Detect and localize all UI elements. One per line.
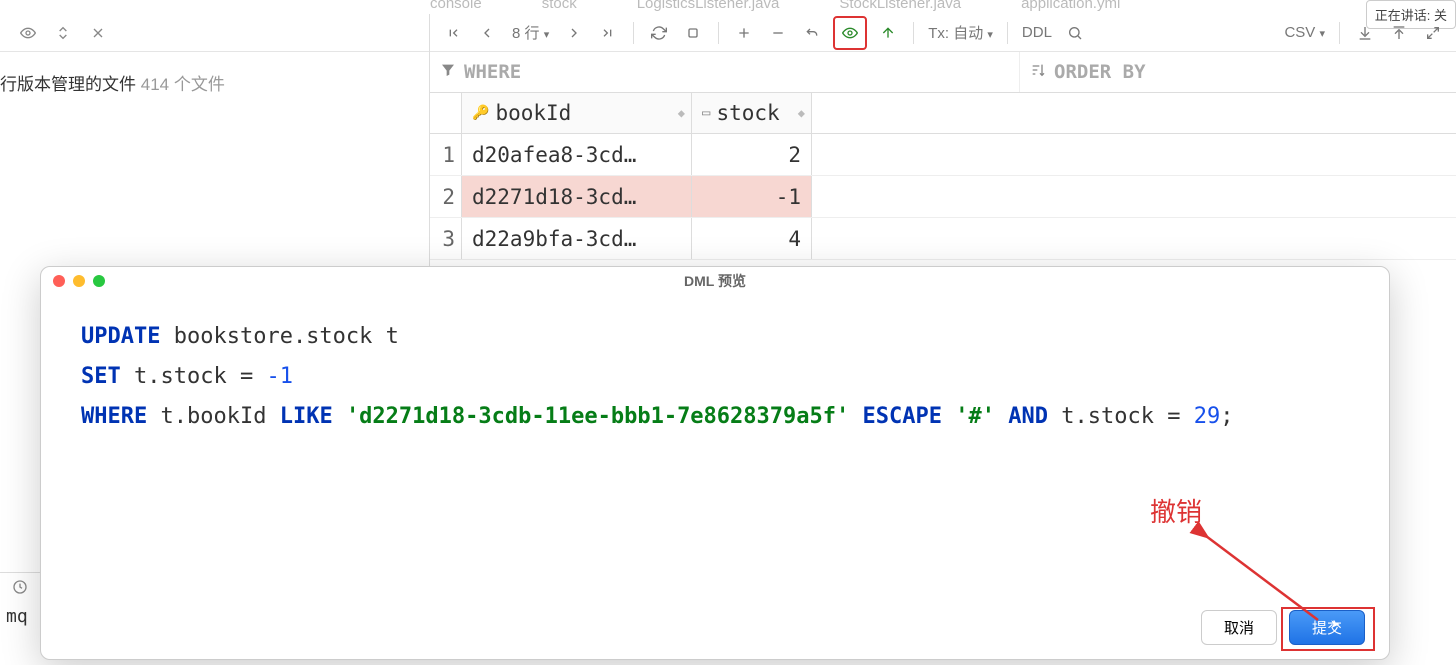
tx-mode-dropdown[interactable]: Tx: 自动 ▾ xyxy=(926,22,995,43)
mq-label: mq xyxy=(0,600,40,633)
submit-button[interactable] xyxy=(875,20,901,46)
sql-preview: UPDATE bookstore.stock t SET t.stock = -… xyxy=(41,295,1389,459)
dml-preview-dialog: DML 预览 UPDATE bookstore.stock t SET t.st… xyxy=(40,266,1390,660)
upload-button[interactable] xyxy=(1386,20,1412,46)
sort-indicator-icon: ◆ xyxy=(798,106,805,120)
add-row-button[interactable] xyxy=(731,20,757,46)
grid-header: 🔑 bookId ◆ ▭ stock ◆ xyxy=(430,92,1456,134)
close-icon[interactable] xyxy=(88,23,108,43)
row-count-label[interactable]: 8 行 ▾ xyxy=(508,22,553,43)
tab[interactable]: console xyxy=(430,0,482,12)
unversioned-files-label[interactable]: 行版本管理的文件 414 个文件 xyxy=(0,70,429,95)
table-row[interactable]: 3 d22a9bfa-3cd… 4 xyxy=(430,218,1456,260)
dialog-title: DML 预览 xyxy=(684,273,746,289)
window-controls[interactable] xyxy=(53,275,105,287)
cell-stock[interactable]: 2 xyxy=(692,134,812,175)
ddl-button[interactable]: DDL xyxy=(1020,24,1054,41)
cell-stock[interactable]: -1 xyxy=(692,176,812,217)
tab[interactable]: stock xyxy=(542,0,577,12)
next-page-button[interactable] xyxy=(561,20,587,46)
bottom-left-tools: mq xyxy=(0,572,40,633)
orderby-filter[interactable]: ORDER BY xyxy=(1020,52,1456,92)
tab[interactable]: application.yml xyxy=(1021,0,1120,12)
cell-bookid[interactable]: d22a9bfa-3cd… xyxy=(462,218,692,259)
sidebar-body: 行版本管理的文件 414 个文件 xyxy=(0,52,429,95)
last-page-button[interactable] xyxy=(595,20,621,46)
filter-icon xyxy=(440,62,456,82)
cell-bookid[interactable]: d2271d18-3cd… xyxy=(462,176,692,217)
export-format-dropdown[interactable]: CSV ▾ xyxy=(1282,24,1327,41)
key-icon: 🔑 xyxy=(472,105,489,121)
dialog-footer: 取消 提交 ➤ xyxy=(1201,610,1365,645)
tab[interactable]: StockListener.java xyxy=(839,0,961,12)
where-label: WHERE xyxy=(464,61,521,83)
file-count: 414 个文件 xyxy=(141,75,225,94)
filter-bar: WHERE ORDER BY xyxy=(430,52,1456,92)
search-button[interactable] xyxy=(1062,20,1088,46)
close-window-icon[interactable] xyxy=(53,275,65,287)
row-number: 1 xyxy=(430,134,462,175)
first-page-button[interactable] xyxy=(440,20,466,46)
cell-bookid[interactable]: d20afea8-3cd… xyxy=(462,134,692,175)
sort-indicator-icon: ◆ xyxy=(678,106,685,120)
data-grid: 🔑 bookId ◆ ▭ stock ◆ 1 d20afea8-3cd… 2 2… xyxy=(430,92,1456,260)
dialog-titlebar[interactable]: DML 预览 xyxy=(41,267,1389,295)
annotation-text: 撤销 xyxy=(1150,492,1202,529)
row-number: 2 xyxy=(430,176,462,217)
stop-button[interactable] xyxy=(680,20,706,46)
where-filter[interactable]: WHERE xyxy=(430,52,1020,92)
eye-icon[interactable] xyxy=(18,23,38,43)
minimize-window-icon[interactable] xyxy=(73,275,85,287)
download-button[interactable] xyxy=(1352,20,1378,46)
expand-button[interactable] xyxy=(1420,20,1446,46)
refresh-button[interactable] xyxy=(646,20,672,46)
chevron-up-down-icon[interactable] xyxy=(53,23,73,43)
history-icon[interactable] xyxy=(0,572,40,600)
sidebar-toolbar xyxy=(0,14,429,52)
main-pane: 8 行 ▾ Tx: 自动 ▾ DDL CSV ▾ xyxy=(430,14,1456,260)
tab[interactable]: LogisticsListener.java xyxy=(637,0,780,12)
prev-page-button[interactable] xyxy=(474,20,500,46)
table-row[interactable]: 1 d20afea8-3cd… 2 xyxy=(430,134,1456,176)
editor-tabs: console stock LogisticsListener.java Sto… xyxy=(430,0,1456,14)
cell-stock[interactable]: 4 xyxy=(692,218,812,259)
cancel-button[interactable]: 取消 xyxy=(1201,610,1277,645)
column-header-stock[interactable]: ▭ stock ◆ xyxy=(692,93,812,133)
file-line-text: 行版本管理的文件 xyxy=(0,75,136,94)
row-number: 3 xyxy=(430,218,462,259)
column-icon: ▭ xyxy=(702,105,710,121)
submit-button[interactable]: 提交 ➤ xyxy=(1289,610,1365,645)
column-header-bookid[interactable]: 🔑 bookId ◆ xyxy=(462,93,692,133)
table-row[interactable]: 2 d2271d18-3cd… -1 xyxy=(430,176,1456,218)
preview-pending-button[interactable] xyxy=(837,20,863,46)
orderby-label: ORDER BY xyxy=(1054,61,1146,83)
remove-row-button[interactable] xyxy=(765,20,791,46)
data-toolbar: 8 行 ▾ Tx: 自动 ▾ DDL CSV ▾ xyxy=(430,14,1456,52)
preview-commit-highlight xyxy=(833,16,867,50)
sort-icon xyxy=(1030,62,1046,82)
maximize-window-icon[interactable] xyxy=(93,275,105,287)
revert-button[interactable] xyxy=(799,20,825,46)
cursor-icon: ➤ xyxy=(1330,617,1340,631)
